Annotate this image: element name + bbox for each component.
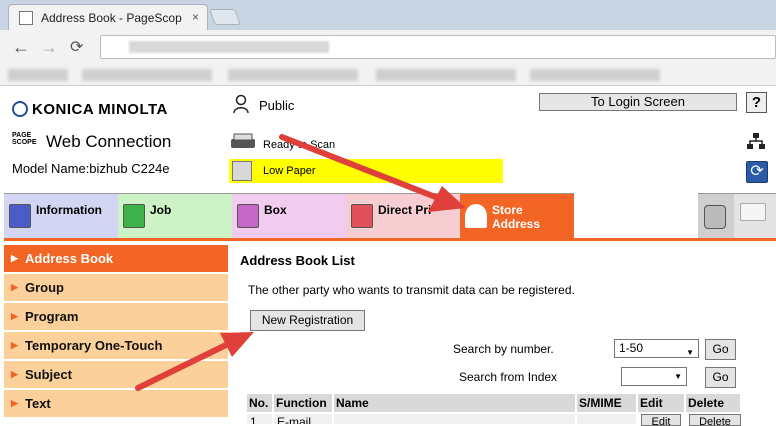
tab-label: Direct Pri xyxy=(378,203,432,217)
bookmark-item[interactable] xyxy=(82,69,212,81)
user-icon xyxy=(232,94,250,114)
column-header-function: Function xyxy=(273,393,333,413)
product-name: Web Connection xyxy=(46,132,172,151)
device-status: Ready to Scan xyxy=(263,139,336,151)
arrow-right-icon: ▶ xyxy=(11,253,18,263)
column-header-no: No. xyxy=(246,393,273,413)
warning-text: Low Paper xyxy=(263,165,316,177)
arrow-right-icon: ▶ xyxy=(11,369,18,379)
tab-store-address[interactable]: Store Address xyxy=(460,193,574,239)
user-name: Public xyxy=(259,98,295,113)
browser-tab-title: Address Book - PageScop xyxy=(41,11,182,25)
sidebar-item-subject[interactable]: ▶ Subject xyxy=(4,361,228,389)
search-index-label: Search from Index xyxy=(459,370,558,384)
store-address-icon xyxy=(465,204,487,228)
tab-direct-print[interactable]: Direct Pri xyxy=(346,193,460,239)
back-icon[interactable]: ← xyxy=(12,37,30,58)
go-button-number[interactable]: Go xyxy=(705,339,736,360)
bookmark-item[interactable] xyxy=(228,69,358,81)
column-header-delete: Delete xyxy=(685,393,741,413)
brand-text: KONICA MINOLTA xyxy=(32,101,168,118)
page-description: The other party who wants to transmit da… xyxy=(248,283,575,297)
scanner-status-icon xyxy=(230,133,256,149)
tab-label: Store Address xyxy=(492,203,540,231)
pagescope-logo: PAGE SCOPE xyxy=(12,132,37,146)
model-name: Model Name:bizhub C224e xyxy=(12,161,170,176)
table-cell-no: 1 xyxy=(246,413,273,425)
information-icon xyxy=(9,204,31,228)
monitor-icon xyxy=(740,203,766,221)
tab-information[interactable]: Information xyxy=(4,193,118,239)
login-screen-button[interactable]: To Login Screen xyxy=(539,93,737,111)
search-number-value: 1-50 xyxy=(619,341,644,355)
arrow-right-icon: ▶ xyxy=(11,311,18,321)
forward-icon[interactable]: → xyxy=(40,37,58,58)
sidebar-item-address-book[interactable]: ▶ Address Book xyxy=(4,245,228,273)
table-cell-function: E-mail xyxy=(273,413,333,425)
sidebar-item-group[interactable]: ▶ Group xyxy=(4,274,228,302)
job-icon xyxy=(123,204,145,228)
sidebar-item-label: Address Book xyxy=(25,251,114,266)
paper-tray-icon xyxy=(232,161,252,181)
table-cell-name xyxy=(333,413,576,425)
settings-icon xyxy=(704,205,726,229)
arrow-right-icon: ▶ xyxy=(11,282,18,292)
tab-label: Box xyxy=(264,203,287,217)
column-header-edit: Edit xyxy=(637,393,685,413)
table-cell-smime xyxy=(576,413,637,425)
column-header-smime: S/MIME xyxy=(576,393,637,413)
column-header-name: Name xyxy=(333,393,576,413)
arrow-right-icon: ▶ xyxy=(11,398,18,408)
sidebar-item-label: Temporary One-Touch xyxy=(25,338,163,353)
refresh-icon[interactable]: ⟳ xyxy=(746,161,768,183)
new-tab-button[interactable] xyxy=(209,9,241,25)
bookmark-item[interactable] xyxy=(530,69,660,81)
direct-print-icon xyxy=(351,204,373,228)
tab-monitor[interactable] xyxy=(734,193,776,239)
tab-label-line1: Store xyxy=(492,203,523,217)
tab-label: Information xyxy=(36,203,102,217)
sidebar-item-label: Text xyxy=(25,396,51,411)
konica-minolta-logo: KONICA MINOLTA xyxy=(12,101,168,118)
browser-tab[interactable]: Address Book - PageScop × xyxy=(8,4,208,30)
tab-label: Job xyxy=(150,203,172,217)
bookmarks-bar xyxy=(0,64,776,86)
sidebar-item-program[interactable]: ▶ Program xyxy=(4,303,228,331)
page-title: Address Book List xyxy=(240,253,355,268)
go-button-index[interactable]: Go xyxy=(705,367,736,388)
bookmark-item[interactable] xyxy=(376,69,516,81)
search-number-select[interactable]: 1-50 ▼ xyxy=(614,339,699,358)
bookmark-item[interactable] xyxy=(8,69,68,81)
sidebar-item-temporary-one-touch[interactable]: ▶ Temporary One-Touch xyxy=(4,332,228,360)
box-icon xyxy=(237,204,259,228)
tab-settings[interactable] xyxy=(698,193,734,239)
address-bar[interactable] xyxy=(100,35,776,59)
konica-minolta-mark-icon xyxy=(12,101,28,117)
tab-job[interactable]: Job xyxy=(118,193,232,239)
network-icon[interactable] xyxy=(746,132,766,155)
close-tab-icon[interactable]: × xyxy=(192,10,199,24)
tab-box[interactable]: Box xyxy=(232,193,346,239)
address-table-header: No. Function Name S/MIME Edit Delete xyxy=(246,393,772,413)
arrow-right-icon: ▶ xyxy=(11,340,18,350)
url-text-blurred xyxy=(129,41,329,53)
search-index-select[interactable]: ▼ xyxy=(621,367,687,386)
sidebar-item-text[interactable]: ▶ Text xyxy=(4,390,228,418)
edit-button[interactable]: Edit xyxy=(641,414,681,426)
page-favicon-icon xyxy=(19,11,33,25)
chevron-down-icon: ▼ xyxy=(674,372,682,381)
sidebar-item-label: Program xyxy=(25,309,79,324)
new-registration-button[interactable]: New Registration xyxy=(250,310,365,331)
sidebar-item-label: Subject xyxy=(25,367,72,382)
sidebar-item-label: Group xyxy=(25,280,64,295)
tab-label-line2: Address xyxy=(492,217,541,231)
tab-underline xyxy=(4,238,776,241)
reload-icon[interactable]: ⟳ xyxy=(70,37,83,57)
search-number-label: Search by number. xyxy=(453,342,554,356)
delete-button[interactable]: Delete xyxy=(689,414,741,426)
web-connection-logo: PAGE SCOPE Web Connection xyxy=(12,132,171,152)
help-button[interactable]: ? xyxy=(746,92,767,113)
chevron-down-icon: ▼ xyxy=(686,348,694,357)
